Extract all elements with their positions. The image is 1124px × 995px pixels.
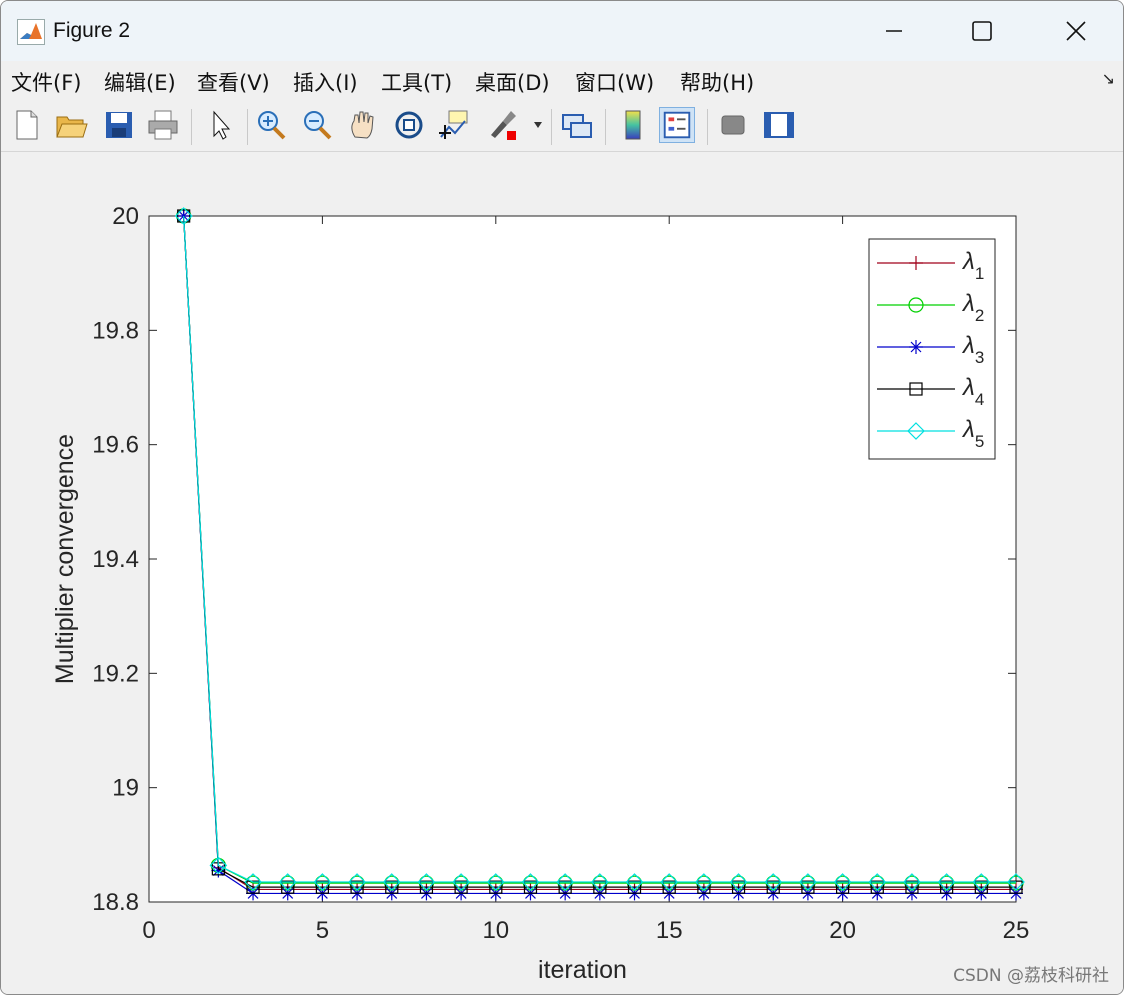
menu-edit[interactable]: 编辑(E) bbox=[104, 67, 176, 97]
window-title: Figure 2 bbox=[53, 19, 131, 42]
zoom-out-icon[interactable] bbox=[299, 107, 335, 143]
legend-subscript: 1 bbox=[975, 264, 984, 283]
maximize-icon bbox=[972, 21, 992, 41]
edit-plot-icon[interactable] bbox=[203, 107, 239, 143]
brush-icon[interactable] bbox=[485, 107, 521, 143]
menu-help[interactable]: 帮助(H) bbox=[680, 67, 754, 97]
colorbar-icon[interactable] bbox=[615, 107, 651, 143]
y-axis-label: Multiplier convergence bbox=[51, 434, 79, 684]
menu-view[interactable]: 查看(V) bbox=[197, 67, 270, 97]
title-bar: Figure 2 bbox=[1, 1, 1123, 61]
legend-icon bbox=[663, 111, 691, 139]
show-plot-tools-icon[interactable] bbox=[761, 107, 797, 143]
legend-subscript: 4 bbox=[975, 390, 984, 409]
brush-dropdown-icon[interactable] bbox=[533, 121, 543, 129]
figure-window: Figure 2 文件(F) 编辑(E) 查看(V) 插入(I) 工具(T) 桌… bbox=[0, 0, 1124, 995]
watermark: CSDN @荔枝科研社 bbox=[953, 966, 1109, 986]
legend-marker bbox=[909, 340, 923, 354]
minimize-button[interactable] bbox=[871, 9, 917, 53]
figure-canvas: 0 5 10 15 20 25 18.8 19 19.2 19.4 19.6 19.8 20 iterat… bbox=[1, 152, 1123, 994]
figure-toolbar bbox=[1, 101, 1123, 152]
zoom-in-icon[interactable] bbox=[253, 107, 289, 143]
new-figure-icon[interactable] bbox=[9, 107, 45, 143]
link-plot-icon[interactable] bbox=[559, 107, 595, 143]
legend-button[interactable] bbox=[659, 107, 695, 143]
hide-plot-tools-icon[interactable] bbox=[715, 107, 751, 143]
y-tick-label: 18.8 bbox=[92, 889, 139, 916]
matlab-logo-icon bbox=[17, 19, 45, 45]
x-tick-label: 0 bbox=[142, 917, 155, 944]
menu-insert[interactable]: 插入(I) bbox=[293, 67, 358, 97]
y-tick-label: 19.6 bbox=[92, 432, 139, 459]
x-tick-label: 10 bbox=[482, 917, 509, 944]
y-tick-label: 20 bbox=[112, 203, 139, 230]
data-cursor-icon[interactable] bbox=[437, 107, 473, 143]
y-tick-label: 19 bbox=[112, 775, 139, 802]
legend-subscript: 3 bbox=[975, 348, 984, 367]
menu-window[interactable]: 窗口(W) bbox=[575, 67, 654, 97]
legend-subscript: 2 bbox=[975, 306, 984, 325]
convergence-chart: 0 5 10 15 20 2518.81919.219.419.619.820iterat… bbox=[51, 203, 1030, 984]
menu-tools[interactable]: 工具(T) bbox=[381, 67, 452, 97]
x-tick-label: 25 bbox=[1003, 917, 1030, 944]
menu-bar: 文件(F) 编辑(E) 查看(V) 插入(I) 工具(T) 桌面(D) 窗口(W… bbox=[1, 61, 1123, 101]
print-icon[interactable] bbox=[145, 107, 181, 143]
rotate-3d-icon[interactable] bbox=[391, 107, 427, 143]
x-tick-label: 15 bbox=[656, 917, 683, 944]
close-button[interactable] bbox=[1053, 9, 1099, 53]
pan-icon[interactable] bbox=[345, 107, 381, 143]
dock-arrow-icon[interactable]: ↘ bbox=[1102, 69, 1115, 88]
maximize-button[interactable] bbox=[959, 9, 1005, 53]
minimize-icon bbox=[886, 30, 902, 32]
legend: λ1λ2λ3λ4λ5 bbox=[868, 238, 996, 460]
open-icon[interactable] bbox=[53, 107, 89, 143]
x-axis-label: iteration bbox=[538, 956, 627, 984]
menu-desktop[interactable]: 桌面(D) bbox=[475, 67, 550, 97]
y-tick-label: 19.8 bbox=[92, 317, 139, 344]
y-tick-label: 19.4 bbox=[92, 546, 139, 573]
x-tick-label: 20 bbox=[829, 917, 856, 944]
y-tick-label: 19.2 bbox=[92, 660, 139, 687]
close-icon bbox=[1066, 21, 1086, 41]
legend-subscript: 5 bbox=[975, 432, 984, 451]
save-icon[interactable] bbox=[101, 107, 137, 143]
x-tick-label: 5 bbox=[316, 917, 329, 944]
menu-file[interactable]: 文件(F) bbox=[11, 67, 81, 97]
